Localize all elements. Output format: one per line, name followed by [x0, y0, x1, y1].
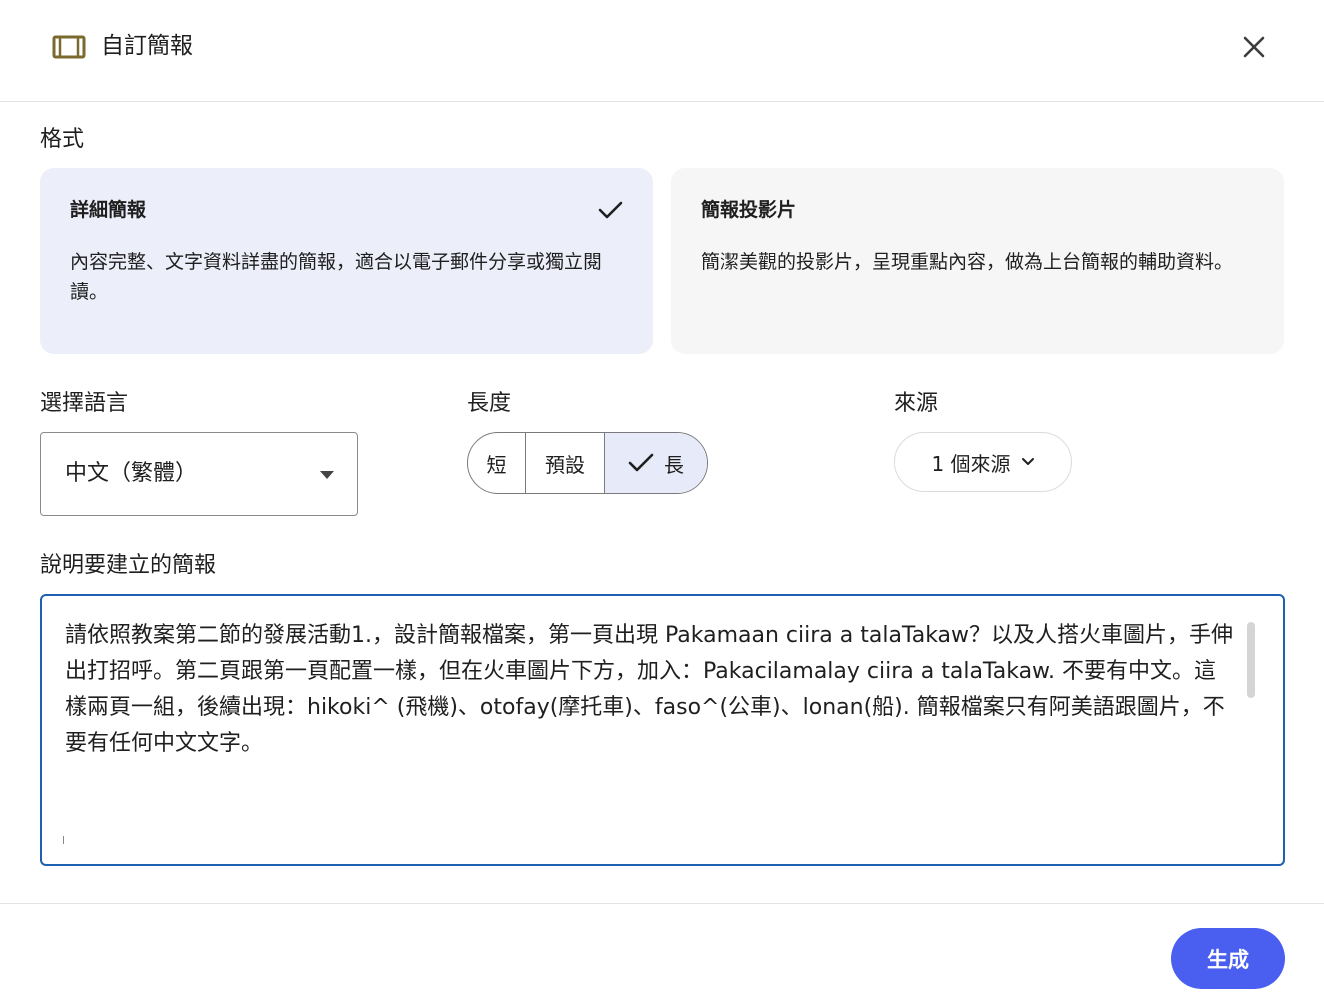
chevron-down-icon: [1021, 458, 1034, 465]
length-label: 長度: [467, 391, 512, 416]
length-option-default[interactable]: 預設: [526, 433, 605, 493]
check-icon: [598, 201, 623, 219]
description-textarea[interactable]: 請依照教案第二節的發展活動1.，設計簡報檔案，第一頁出現 Pakamaan ci…: [40, 594, 1285, 866]
footer-divider: [0, 903, 1324, 904]
source-value: 1 個來源: [931, 451, 1011, 476]
format-card-title: 簡報投影片: [701, 199, 797, 221]
description-label: 說明要建立的簡報: [40, 553, 217, 578]
length-option-short[interactable]: 短: [468, 433, 526, 493]
format-card-slides[interactable]: 簡報投影片 簡潔美觀的投影片，呈現重點內容，做為上台簡報的輔助資料。: [671, 168, 1284, 354]
dropdown-caret-icon: [320, 471, 334, 479]
close-button[interactable]: [1234, 27, 1274, 67]
format-card-description: 內容完整、文字資料詳盡的簡報，適合以電子郵件分享或獨立閱讀。: [70, 251, 603, 303]
length-option-label: 預設: [545, 452, 585, 477]
source-dropdown-button[interactable]: 1 個來源: [894, 432, 1072, 492]
format-card-description: 簡潔美觀的投影片，呈現重點內容，做為上台簡報的輔助資料。: [701, 251, 1234, 273]
format-card-title: 詳細簡報: [70, 199, 147, 221]
length-option-label: 長: [664, 452, 684, 477]
dialog-title: 自訂簡報: [101, 33, 193, 59]
generate-button[interactable]: 生成: [1171, 928, 1285, 989]
language-label: 選擇語言: [40, 391, 129, 416]
format-card-detailed[interactable]: 詳細簡報 內容完整、文字資料詳盡的簡報，適合以電子郵件分享或獨立閱讀。: [40, 168, 653, 354]
slides-frame-icon: [52, 35, 86, 59]
language-value: 中文（繁體）: [65, 461, 198, 486]
dialog-header: 自訂簡報: [0, 0, 1324, 102]
length-option-label: 短: [486, 452, 507, 477]
length-segmented-control: 短 預設 長: [467, 432, 708, 494]
language-select[interactable]: 中文（繁體）: [40, 432, 358, 516]
source-label: 來源: [894, 391, 939, 416]
format-label: 格式: [40, 127, 85, 152]
textarea-scrollbar[interactable]: [1247, 622, 1255, 698]
close-icon: [1243, 36, 1265, 58]
check-icon: [628, 453, 654, 472]
text-cursor: [63, 836, 64, 844]
length-option-long[interactable]: 長: [605, 433, 707, 493]
description-text[interactable]: 請依照教案第二節的發展活動1.，設計簡報檔案，第一頁出現 Pakamaan ci…: [65, 618, 1235, 762]
